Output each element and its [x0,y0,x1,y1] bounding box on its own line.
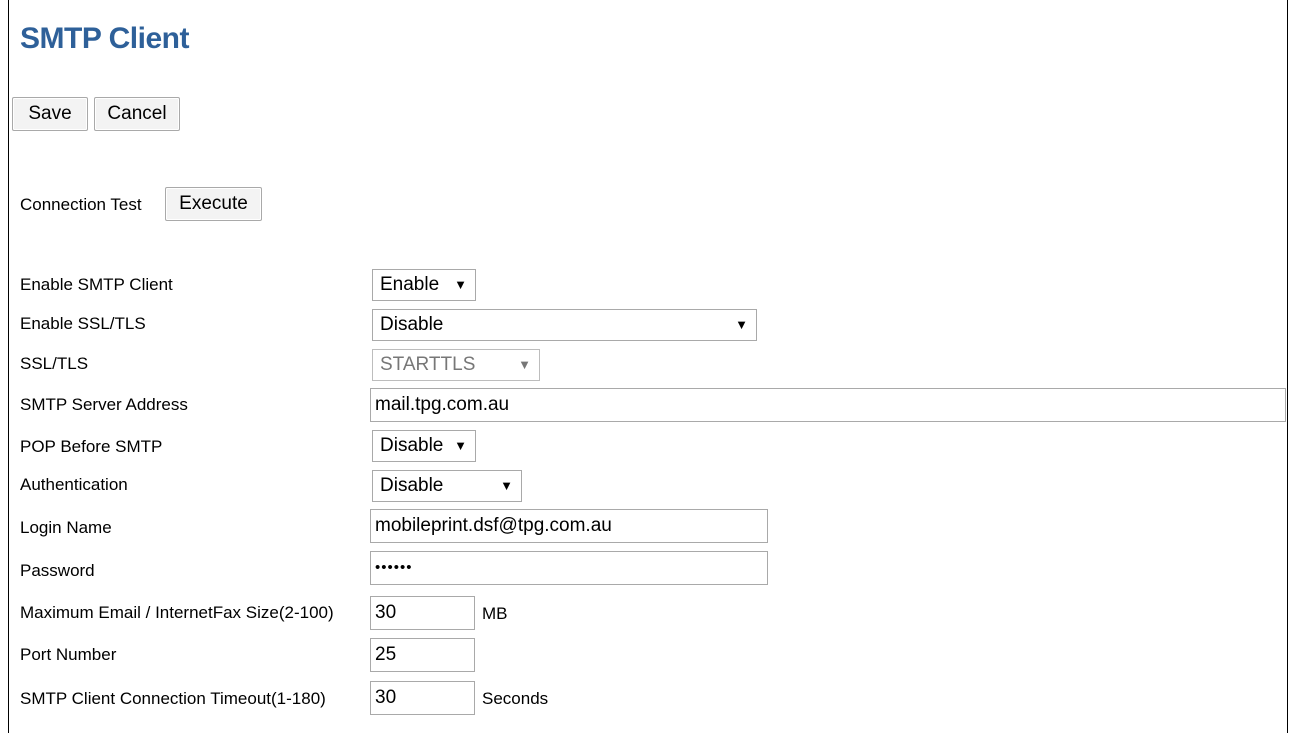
execute-button[interactable]: Execute [165,187,262,221]
enable-smtp-client-select[interactable]: Enable ▼ [372,269,476,301]
smtp-server-address-input[interactable] [370,388,1286,422]
authentication-label: Authentication [20,475,128,494]
password-input[interactable]: •••••• [370,551,768,585]
port-number-input[interactable] [370,638,475,672]
connection-timeout-input[interactable] [370,681,475,715]
authentication-value: Disable [380,475,444,496]
save-button[interactable]: Save [12,97,88,131]
ssl-tls-select: STARTTLS ▼ [372,349,540,381]
page-title: SMTP Client [20,22,189,55]
login-name-input[interactable] [370,509,768,543]
authentication-select[interactable]: Disable ▼ [372,470,522,502]
chevron-down-icon: ▼ [735,317,748,332]
chevron-down-icon: ▼ [500,478,513,493]
login-name-label: Login Name [20,518,112,537]
max-email-size-label: Maximum Email / InternetFax Size(2-100) [20,603,334,622]
max-email-size-unit: MB [482,604,508,623]
connection-timeout-label: SMTP Client Connection Timeout(1-180) [20,689,326,708]
password-label: Password [20,561,95,580]
smtp-server-address-label: SMTP Server Address [20,395,188,414]
pop-before-smtp-value: Disable [380,435,444,456]
ssl-tls-value: STARTTLS [380,354,476,375]
port-number-label: Port Number [20,645,117,664]
page-frame [8,0,1288,733]
chevron-down-icon: ▼ [454,277,467,292]
ssl-tls-label: SSL/TLS [20,354,89,373]
connection-timeout-unit: Seconds [482,689,549,708]
enable-ssl-tls-select[interactable]: Disable ▼ [372,309,757,341]
chevron-down-icon: ▼ [454,438,467,453]
enable-ssl-tls-label: Enable SSL/TLS [20,314,146,333]
cancel-button[interactable]: Cancel [94,97,180,131]
chevron-down-icon: ▼ [518,357,531,372]
pop-before-smtp-select[interactable]: Disable ▼ [372,430,476,462]
enable-ssl-tls-value: Disable [380,314,444,335]
enable-smtp-client-value: Enable [380,274,440,295]
enable-smtp-client-label: Enable SMTP Client [20,275,173,294]
connection-test-label: Connection Test [20,195,142,214]
max-email-size-input[interactable] [370,596,475,630]
pop-before-smtp-label: POP Before SMTP [20,437,163,456]
